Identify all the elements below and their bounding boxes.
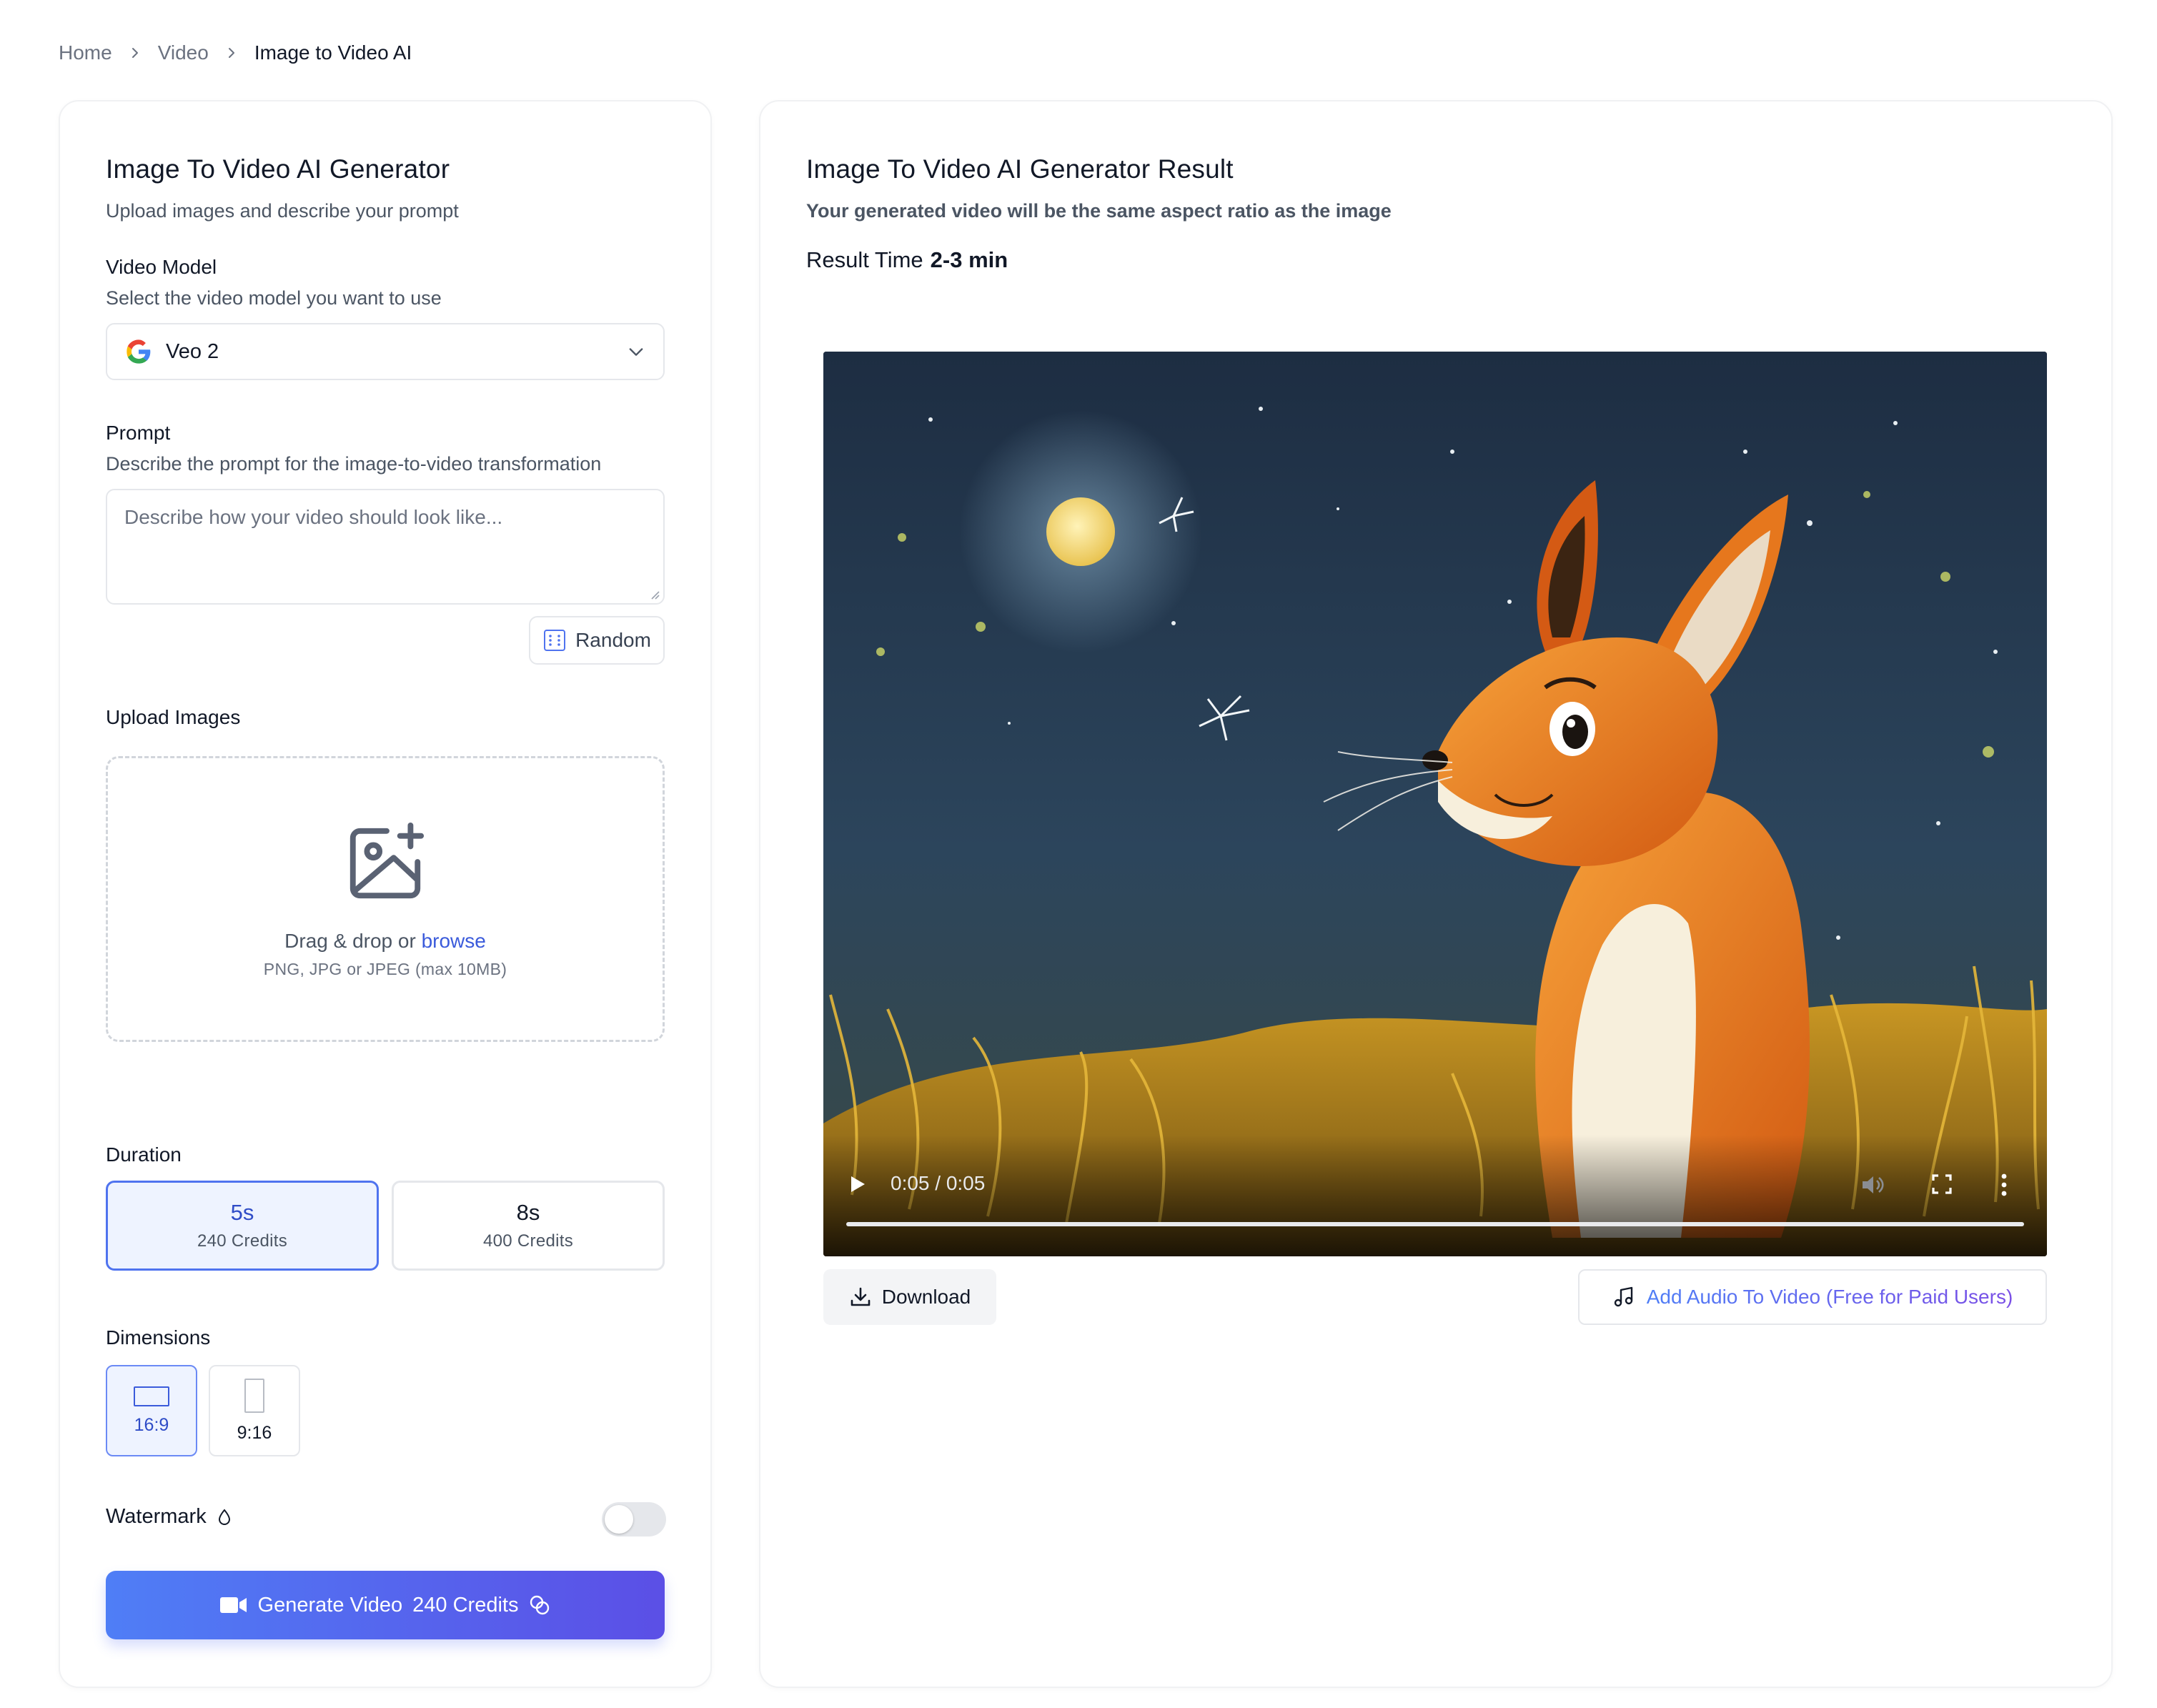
random-prompt-button[interactable]: Random (529, 616, 665, 665)
prompt-label: Prompt (106, 422, 171, 444)
duration-option-5s[interactable]: 5s 240 Credits (106, 1181, 379, 1271)
duration-credits: 400 Credits (482, 1231, 574, 1251)
video-model-value: Veo 2 (166, 339, 219, 363)
coins-icon (530, 1595, 550, 1615)
image-upload-dropzone[interactable]: Drag & drop or browse PNG, JPG or JPEG (… (106, 756, 665, 1042)
prompt-hint: Describe the prompt for the image-to-vid… (106, 453, 602, 475)
chevron-down-icon (629, 348, 643, 356)
watermark-row: Watermark (106, 1505, 232, 1529)
droplet-icon (218, 1508, 230, 1525)
generator-title: Image To Video AI Generator (106, 154, 450, 184)
duration-label: Duration (106, 1143, 182, 1166)
toggle-knob (605, 1505, 633, 1534)
generate-credits: 240 Credits (412, 1593, 519, 1617)
video-model-select[interactable]: Veo 2 (106, 323, 665, 380)
watermark-label: Watermark (106, 1505, 207, 1528)
breadcrumb-current: Image to Video AI (254, 41, 412, 64)
dimension-value: 9:16 (237, 1422, 272, 1443)
download-label: Download (881, 1286, 971, 1308)
dice-icon (544, 630, 566, 651)
duration-option-8s[interactable]: 8s 400 Credits (392, 1181, 665, 1271)
result-time: Result Time 2-3 min (806, 247, 1008, 273)
dimensions-label: Dimensions (106, 1326, 211, 1349)
video-time: 0:05 / 0:05 (891, 1172, 986, 1194)
add-audio-button[interactable]: Add Audio To Video (Free for Paid Users) (1578, 1269, 2047, 1325)
prompt-textarea[interactable]: Describe how your video should look like… (106, 489, 665, 605)
result-title: Image To Video AI Generator Result (806, 154, 1234, 184)
dimension-value: 16:9 (134, 1414, 169, 1435)
generator-subtitle: Upload images and describe your prompt (106, 200, 459, 222)
drag-drop-text: Drag & drop or browse (284, 930, 486, 953)
landscape-ratio-icon (134, 1386, 169, 1406)
video-frame-illustration (823, 352, 2047, 1256)
breadcrumb-video[interactable]: Video (158, 41, 209, 64)
video-model-hint: Select the video model you want to use (106, 287, 442, 309)
dimension-option-9-16[interactable]: 9:16 (209, 1365, 300, 1456)
upload-formats: PNG, JPG or JPEG (max 10MB) (263, 960, 507, 978)
chevron-right-icon (226, 47, 237, 59)
download-icon (851, 1287, 871, 1306)
duration-credits: 240 Credits (197, 1231, 288, 1251)
volume-icon[interactable] (1860, 1172, 1885, 1198)
play-icon[interactable] (849, 1175, 866, 1193)
dimension-option-16-9[interactable]: 16:9 (106, 1365, 197, 1456)
video-player[interactable]: 0:05 / 0:05 (823, 352, 2047, 1256)
video-progress-bar[interactable] (846, 1222, 2024, 1226)
video-model-label: Video Model (106, 256, 217, 278)
random-label: Random (575, 629, 651, 651)
add-audio-label: Add Audio To Video (Free for Paid Users) (1646, 1286, 2013, 1308)
breadcrumb-home[interactable]: Home (59, 41, 112, 64)
chevron-right-icon (129, 47, 141, 59)
result-time-label: Result Time (806, 247, 923, 272)
result-subtitle: Your generated video will be the same as… (806, 200, 1392, 222)
resize-handle-icon[interactable] (649, 589, 660, 600)
download-button[interactable]: Download (823, 1269, 996, 1325)
duration-value: 8s (516, 1200, 540, 1225)
fullscreen-icon[interactable] (1931, 1173, 1953, 1195)
generate-video-button[interactable]: Generate Video 240 Credits (106, 1571, 665, 1639)
duration-value: 5s (230, 1200, 254, 1225)
music-note-icon (1614, 1286, 1632, 1307)
drag-drop-label: Drag & drop or (284, 930, 416, 952)
breadcrumb: Home Video Image to Video AI (59, 39, 412, 67)
result-time-value: 2-3 min (930, 247, 1008, 272)
upload-images-label: Upload Images (106, 706, 241, 728)
video-camera-icon (219, 1597, 247, 1613)
google-icon (127, 339, 151, 364)
browse-link[interactable]: browse (422, 930, 486, 952)
watermark-toggle[interactable] (602, 1502, 666, 1536)
generate-label: Generate Video (257, 1593, 403, 1617)
image-add-icon (349, 822, 425, 899)
portrait-ratio-icon (244, 1378, 264, 1413)
prompt-placeholder: Describe how your video should look like… (124, 506, 503, 528)
more-options-icon[interactable] (2000, 1172, 2008, 1198)
